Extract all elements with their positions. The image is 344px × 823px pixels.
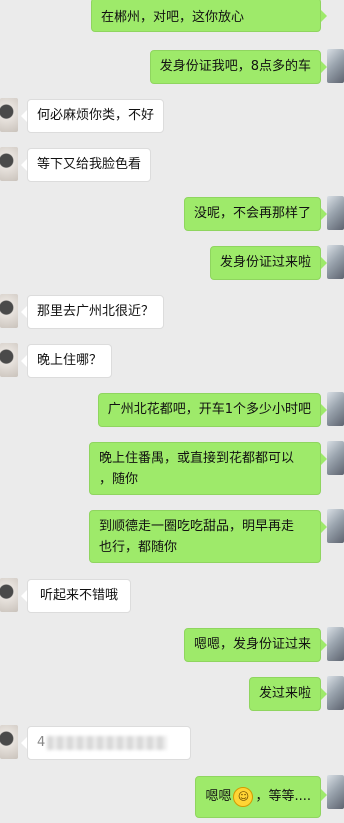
bubble-tail [321,10,327,22]
bubble-tail [321,688,327,700]
bubble-tail [21,590,27,602]
message-bubble-incoming[interactable]: 听起来不错哦 [27,579,132,613]
bubble-tail [21,306,27,318]
message-text: 何必麻烦你类，不好 [37,108,155,123]
message-text: 在郴州，对吧，这你放心 [101,10,245,25]
message-text-line: 也行，都随你 [99,540,178,555]
message-text: 等下又给我脸色看 [37,157,142,172]
avatar[interactable] [0,343,18,377]
message-bubble-outgoing[interactable]: 到顺德走一圈吃吃甜品，明早再走 也行，都随你 [89,510,321,563]
message-text: 发过来啦 [258,686,311,701]
avatar[interactable] [0,98,18,132]
bubble-tail [321,404,327,416]
message-bubble-outgoing[interactable]: 在郴州，对吧，这你放心 [91,0,321,32]
message-bubble-incoming[interactable]: 那里去广州北很近？ [27,295,165,329]
message-bubble-outgoing[interactable]: 发身份证过来啦 [209,246,321,280]
smiley-emoji-icon: ☺ [233,786,254,807]
avatar[interactable] [327,392,344,426]
bubble-tail [21,355,27,367]
message-text-line: ，随你 [99,472,139,487]
avatar[interactable] [0,294,18,328]
message-bubble-incoming[interactable]: 等下又给我脸色看 [27,148,152,182]
bubble-tail [321,61,327,73]
message-bubble-outgoing[interactable]: 晚上住番禺，或直接到花都都可以 ，随你 [89,442,321,495]
avatar[interactable] [327,245,344,279]
avatar[interactable] [0,147,18,181]
avatar[interactable] [327,676,344,710]
message-bubble-outgoing[interactable]: 广州北花都吧，开车1个多少小时吧 [97,393,321,427]
bubble-tail [321,208,327,220]
avatar[interactable] [0,725,18,759]
avatar[interactable] [327,196,344,230]
redacted-text [47,735,168,750]
avatar[interactable] [327,775,344,809]
message-bubble-outgoing[interactable]: 嗯嗯，发身份证过来 [183,628,321,662]
message-text: 那里去广州北很近？ [37,304,155,319]
message-text: 没呢，不会再那样了 [193,206,311,221]
message-bubble-outgoing[interactable]: 发身份证我吧，8点多的车 [149,50,321,84]
message-text: 广州北花都吧，开车1个多少小时吧 [107,402,311,417]
message-bubble-incoming[interactable]: 4 [27,726,191,760]
message-bubble-incoming[interactable]: 晚上住哪？ [27,344,113,378]
avatar[interactable] [327,441,344,475]
bubble-tail [21,737,27,749]
message-text: 发身份证过来啦 [219,255,311,270]
bubble-tail [321,789,327,801]
message-bubble-outgoing[interactable]: 嗯嗯 ☺ ，等等.... [195,776,321,818]
message-text: 晚上住哪？ [37,353,103,368]
message-text: 4 [37,735,46,750]
message-bubble-incoming[interactable]: 何必麻烦你类，不好 [27,99,165,133]
message-bubble-outgoing[interactable]: 没呢，不会再那样了 [183,197,321,231]
bubble-tail [21,110,27,122]
bubble-tail [321,257,327,269]
message-text-line: 到顺德走一圈吃吃甜品，明早再走 [99,519,295,534]
message-text: 发身份证我吧，8点多的车 [159,59,311,74]
avatar[interactable] [327,509,344,543]
bubble-tail [321,521,327,533]
message-text-line: 晚上住番禺，或直接到花都都可以 [99,451,295,466]
message-text: 嗯嗯，发身份证过来 [193,637,311,652]
bubble-tail [21,159,27,171]
bubble-tail [321,453,327,465]
message-text: 嗯嗯 [205,789,232,804]
avatar[interactable] [327,49,344,83]
message-bubble-outgoing[interactable]: 发过来啦 [248,677,321,711]
message-text: 听起来不错哦 [40,588,119,603]
avatar[interactable] [327,627,344,661]
avatar[interactable] [0,578,18,612]
message-text: ，等等.... [255,789,311,804]
bubble-tail [321,639,327,651]
